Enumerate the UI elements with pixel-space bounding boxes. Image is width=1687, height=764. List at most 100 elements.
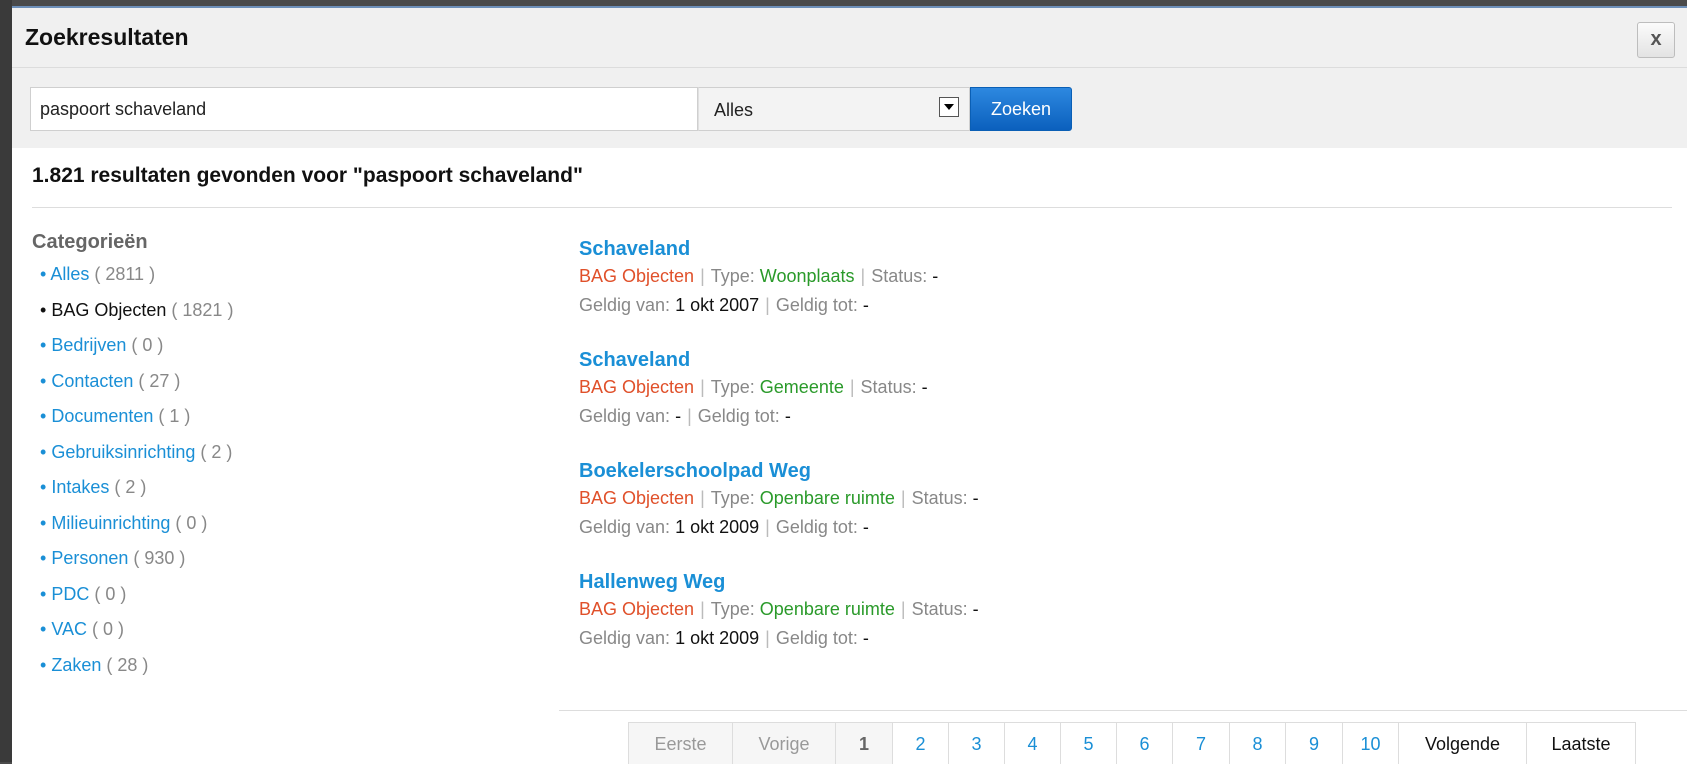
category-item-documenten[interactable]: • Documenten ( 1 ) — [40, 406, 233, 442]
category-item-milieuinrichting[interactable]: • Milieuinrichting ( 0 ) — [40, 513, 233, 549]
result-status: - — [921, 377, 928, 397]
category-count: ( 0 ) — [175, 512, 208, 533]
separator: | — [900, 488, 906, 508]
page-last-button[interactable]: Laatste — [1527, 723, 1636, 764]
result-status: - — [972, 488, 979, 508]
page-8-button[interactable]: 8 — [1230, 723, 1286, 764]
page-5-button[interactable]: 5 — [1061, 723, 1117, 764]
category-item-vac[interactable]: • VAC ( 0 ) — [40, 619, 233, 655]
category-item-gebruiksinrichting[interactable]: • Gebruiksinrichting ( 2 ) — [40, 442, 233, 478]
page-9-button[interactable]: 9 — [1286, 723, 1343, 764]
category-item-bag-objecten[interactable]: • BAG Objecten ( 1821 ) — [40, 300, 233, 336]
result-source: BAG Objecten — [579, 599, 695, 619]
page-4-button[interactable]: 4 — [1005, 723, 1061, 764]
category-item-bedrijven[interactable]: • Bedrijven ( 0 ) — [40, 335, 233, 371]
category-item-alles[interactable]: • Alles ( 2811 ) — [40, 264, 233, 300]
category-label: BAG Objecten — [51, 299, 167, 320]
category-count: ( 0 ) — [131, 335, 164, 355]
category-label: Milieuinrichting — [51, 512, 171, 533]
page-2-button[interactable]: 2 — [893, 723, 949, 764]
scope-selected-value: Alles — [714, 100, 754, 120]
result-item: Schaveland BAG Objecten | Type: Woonplaats… — [579, 236, 1479, 320]
category-label: Gebruiksinrichting — [51, 441, 196, 462]
search-button[interactable]: Zoeken — [970, 87, 1072, 131]
result-title-link[interactable]: Boekelerschoolpad Weg — [579, 458, 1479, 484]
result-validity: Geldig van: 1 okt 2009 | Geldig tot: - — [579, 513, 1479, 542]
dialog-title: Zoekresultaten — [25, 24, 189, 50]
category-item-contacten[interactable]: • Contacten ( 27 ) — [40, 371, 233, 407]
valid-to-label: Geldig tot: — [775, 517, 858, 537]
category-label: Intakes — [51, 477, 110, 497]
result-item: Hallenweg Weg BAG Objecten | Type: Openbar… — [579, 569, 1479, 653]
pagination-divider — [559, 710, 1687, 711]
result-source: BAG Objecten — [579, 266, 695, 286]
category-count: ( 930 ) — [133, 548, 186, 568]
valid-from-value: 1 okt 2009 — [675, 517, 760, 537]
result-source: BAG Objecten — [579, 377, 695, 397]
page-next-button[interactable]: Volgende — [1399, 723, 1527, 764]
valid-to-label: Geldig tot: — [775, 628, 858, 648]
type-label: Type: — [710, 266, 755, 286]
category-count: ( 28 ) — [106, 654, 149, 675]
bullet: • — [40, 441, 47, 462]
result-type: Gemeente — [759, 377, 844, 397]
result-meta: BAG Objecten | Type: Openbare ruimte | Statu… — [579, 595, 1479, 624]
separator: | — [700, 599, 705, 619]
result-status: - — [932, 266, 939, 286]
separator: | — [900, 599, 906, 619]
category-count: ( 1 ) — [158, 406, 191, 426]
separator: | — [860, 266, 866, 286]
search-input[interactable] — [30, 87, 698, 131]
category-count: ( 0 ) — [94, 583, 127, 604]
category-count: ( 2 ) — [200, 441, 233, 462]
page-1-button[interactable]: 1 — [836, 723, 893, 764]
result-title-link[interactable]: Hallenweg Weg — [579, 569, 1479, 595]
categories-heading: Categorieën — [32, 231, 148, 253]
category-label: Zaken — [51, 654, 102, 675]
category-count: ( 1821 ) — [171, 299, 234, 320]
page-prev-button[interactable]: Vorige — [733, 723, 836, 764]
category-item-personen[interactable]: • Personen ( 930 ) — [40, 548, 233, 584]
status-label: Status: — [911, 488, 968, 508]
result-title-link[interactable]: Schaveland — [579, 347, 1479, 373]
separator: | — [687, 406, 692, 426]
category-item-pdc[interactable]: • PDC ( 0 ) — [40, 584, 233, 620]
category-item-zaken[interactable]: • Zaken ( 28 ) — [40, 655, 233, 691]
result-source: BAG Objecten — [579, 488, 695, 508]
valid-from-label: Geldig van: — [579, 295, 671, 315]
valid-from-value: 1 okt 2007 — [675, 295, 760, 315]
bullet: • — [40, 619, 47, 639]
page-first-button[interactable]: Eerste — [629, 723, 733, 764]
bullet: • — [40, 548, 47, 568]
page-10-button[interactable]: 10 — [1343, 723, 1399, 764]
scope-select[interactable]: Alles — [698, 87, 970, 131]
bullet: • — [40, 335, 47, 355]
page-3-button[interactable]: 3 — [949, 723, 1005, 764]
valid-to-label: Geldig tot: — [697, 406, 780, 426]
bullet: • — [40, 406, 47, 426]
category-count: ( 2 ) — [114, 477, 147, 497]
close-button[interactable]: x — [1637, 22, 1675, 58]
dialog-titlebar: Zoekresultaten x — [12, 8, 1687, 68]
status-label: Status: — [871, 266, 928, 286]
category-item-intakes[interactable]: • Intakes ( 2 ) — [40, 477, 233, 513]
window-edge — [0, 0, 12, 762]
valid-to-value: - — [862, 517, 869, 537]
separator: | — [765, 295, 770, 315]
type-label: Type: — [710, 599, 755, 619]
separator: | — [849, 377, 855, 397]
page-7-button[interactable]: 7 — [1173, 723, 1230, 764]
bullet: • — [40, 299, 47, 320]
result-status: - — [972, 599, 979, 619]
category-label: PDC — [51, 583, 90, 604]
separator: | — [700, 377, 705, 397]
chevron-down-icon[interactable] — [939, 97, 959, 117]
search-results-dialog: Zoekresultaten x Alles Zoeken 1.821 resu… — [12, 6, 1687, 764]
separator: | — [700, 488, 705, 508]
page-6-button[interactable]: 6 — [1117, 723, 1173, 764]
category-label: Documenten — [51, 406, 154, 426]
category-label: Personen — [51, 548, 129, 568]
result-title-link[interactable]: Schaveland — [579, 236, 1479, 262]
result-meta: BAG Objecten | Type: Gemeente | Status: - — [579, 373, 1479, 402]
result-item: Schaveland BAG Objecten | Type: Gemeente | S… — [579, 347, 1479, 431]
